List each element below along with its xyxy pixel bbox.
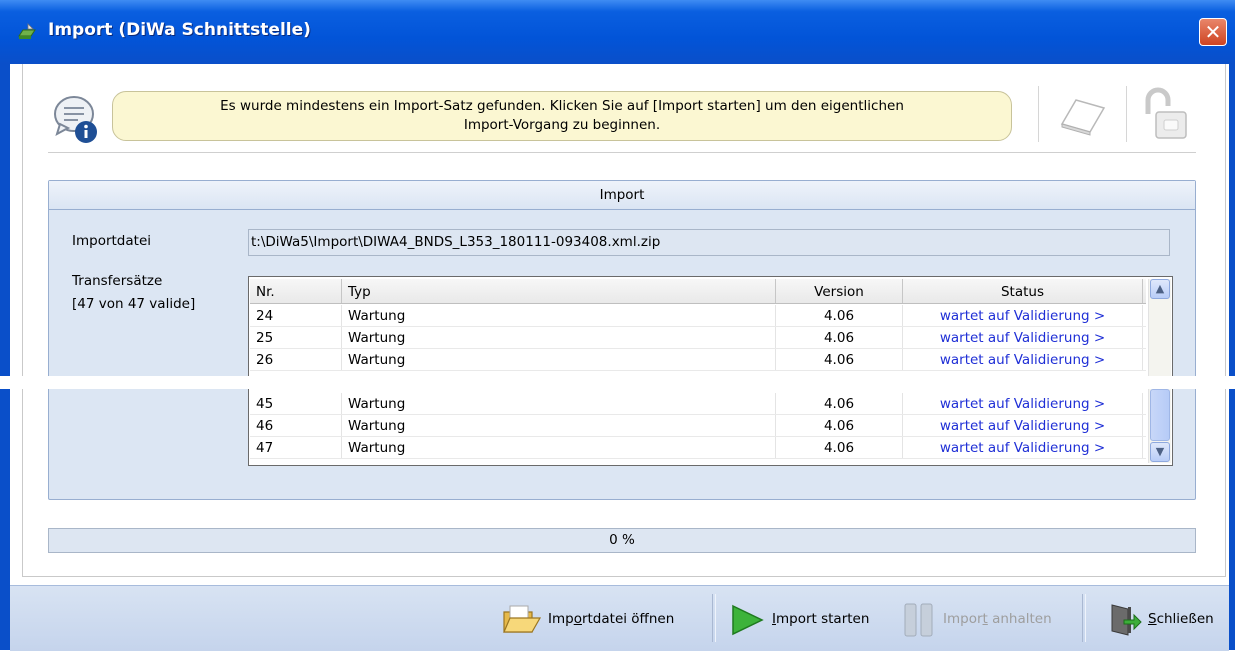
cell-typ: Wartung — [342, 327, 776, 348]
exit-door-icon — [1111, 604, 1142, 636]
cell-version: 4.06 — [776, 437, 903, 458]
table-header: Nr. Typ Version Status — [250, 279, 1146, 304]
toolbar-separator — [1038, 86, 1042, 142]
cell-version: 4.06 — [776, 349, 903, 370]
window-frame-right — [1229, 64, 1235, 650]
cell-nr: 26 — [250, 349, 342, 370]
column-header-status[interactable]: Status — [903, 279, 1143, 303]
screenshot-gap — [0, 376, 1235, 389]
cell-nr: 45 — [250, 393, 342, 414]
title-bar[interactable]: Import (DiWa Schnittstelle) ✕ — [0, 0, 1235, 64]
pause-import-button[interactable]: Import anhalten — [900, 596, 1072, 642]
info-speech-bubble-icon — [54, 96, 97, 143]
close-button[interactable]: Schließen — [1108, 596, 1228, 642]
table-row[interactable]: 25 Wartung 4.06 wartet auf Validierung > — [250, 327, 1146, 349]
window-frame-left — [0, 64, 10, 650]
cell-typ: Wartung — [342, 415, 776, 436]
cell-typ: Wartung — [342, 305, 776, 326]
scroll-thumb[interactable] — [1150, 389, 1170, 441]
column-header-version[interactable]: Version — [776, 279, 903, 303]
cell-nr: 25 — [250, 327, 342, 348]
eraser-icon[interactable] — [1056, 94, 1108, 138]
cell-version: 4.06 — [776, 305, 903, 326]
close-label: Schließen — [1148, 611, 1214, 627]
cell-nr: 46 — [250, 415, 342, 436]
table-row[interactable]: 45 Wartung 4.06 wartet auf Validierung > — [250, 393, 1146, 415]
import-arrow-icon — [18, 23, 36, 39]
transfer-records-label: Transfersätze — [72, 273, 163, 289]
table-scrollbar[interactable]: ▲ ▼ — [1148, 279, 1171, 463]
table-row[interactable]: 46 Wartung 4.06 wartet auf Validierung > — [250, 415, 1146, 437]
unlocked-padlock-icon[interactable] — [1140, 86, 1192, 146]
info-message: Es wurde mindestens ein Import-Satz gefu… — [112, 91, 1012, 141]
pause-import-label: Import anhalten — [943, 611, 1052, 627]
info-message-line2: Import-Vorgang zu beginnen. — [463, 117, 661, 133]
status-link[interactable]: wartet auf Validierung > — [903, 349, 1143, 370]
table-row[interactable]: 26 Wartung 4.06 wartet auf Validierung > — [250, 349, 1146, 371]
import-group-header: Import — [49, 181, 1195, 210]
status-link[interactable]: wartet auf Validierung > — [903, 305, 1143, 326]
status-link[interactable]: wartet auf Validierung > — [903, 437, 1143, 458]
transfer-records-count: [47 von 47 valide] — [72, 296, 196, 312]
chevron-down-icon: ▼ — [1155, 445, 1165, 458]
pause-icon — [904, 603, 933, 637]
status-link[interactable]: wartet auf Validierung > — [903, 415, 1143, 436]
status-link[interactable]: wartet auf Validierung > — [903, 393, 1143, 414]
start-import-button[interactable]: Import starten — [730, 596, 890, 642]
footer-separator — [712, 594, 716, 642]
transfer-records-table[interactable]: Nr. Typ Version Status 24 Wartung 4.06 w… — [248, 276, 1173, 466]
play-icon — [732, 604, 764, 636]
window-close-button[interactable]: ✕ — [1199, 18, 1227, 46]
column-header-nr[interactable]: Nr. — [250, 279, 342, 303]
open-import-file-label: Importdatei öffnen — [548, 611, 675, 627]
progress-bar: 0 % — [48, 528, 1196, 553]
cell-version: 4.06 — [776, 415, 903, 436]
import-dialog: Import (DiWa Schnittstelle) ✕ Es wurde m… — [0, 0, 1235, 651]
start-import-label: Import starten — [772, 611, 870, 627]
cell-version: 4.06 — [776, 327, 903, 348]
cell-nr: 24 — [250, 305, 342, 326]
scroll-up-button[interactable]: ▲ — [1150, 279, 1170, 299]
header-divider — [48, 152, 1196, 153]
table-row[interactable]: 47 Wartung 4.06 wartet auf Validierung > — [250, 437, 1146, 459]
open-folder-icon — [503, 605, 542, 633]
toolbar-separator — [1126, 86, 1130, 142]
import-file-label: Importdatei — [72, 233, 151, 249]
info-message-line1: Es wurde mindestens ein Import-Satz gefu… — [220, 98, 904, 114]
import-file-field: t:\DiWa5\Import\DIWA4_BNDS_L353_180111-0… — [248, 229, 1170, 256]
column-header-typ[interactable]: Typ — [342, 279, 776, 303]
cell-typ: Wartung — [342, 349, 776, 370]
close-icon: ✕ — [1204, 20, 1222, 44]
cell-version: 4.06 — [776, 393, 903, 414]
open-import-file-button[interactable]: Importdatei öffnen — [502, 596, 702, 642]
cell-typ: Wartung — [342, 437, 776, 458]
cell-typ: Wartung — [342, 393, 776, 414]
footer-separator — [1082, 594, 1086, 642]
chevron-up-icon: ▲ — [1155, 282, 1165, 295]
table-row[interactable]: 24 Wartung 4.06 wartet auf Validierung > — [250, 305, 1146, 327]
window-title: Import (DiWa Schnittstelle) — [48, 20, 311, 40]
cell-nr: 47 — [250, 437, 342, 458]
scroll-down-button[interactable]: ▼ — [1150, 442, 1170, 462]
status-link[interactable]: wartet auf Validierung > — [903, 327, 1143, 348]
